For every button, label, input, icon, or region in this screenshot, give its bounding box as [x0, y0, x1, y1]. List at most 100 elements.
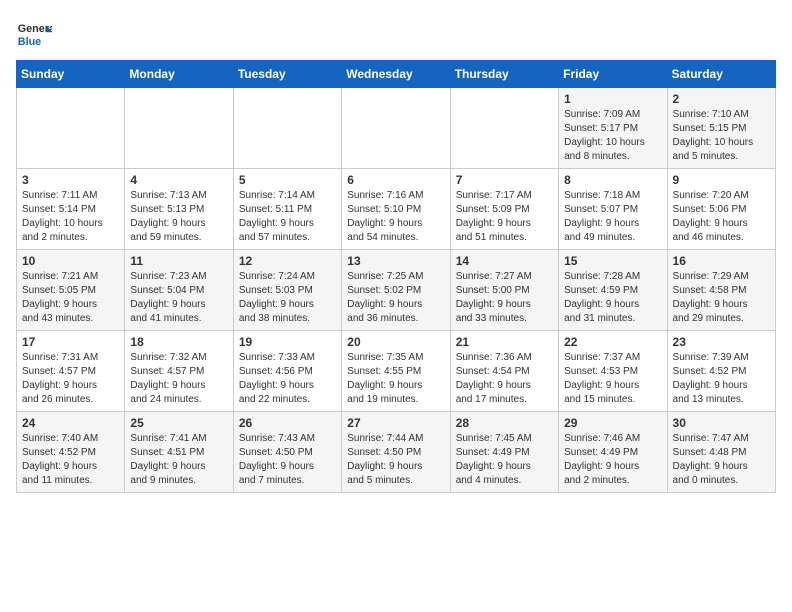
day-info: Sunrise: 7:17 AM Sunset: 5:09 PM Dayligh… [456, 189, 553, 245]
weekday-header-tuesday: Tuesday [233, 61, 341, 88]
calendar-cell: 25 Sunrise: 7:41 AM Sunset: 4:51 PM Dayli… [125, 412, 233, 493]
day-number: 2 [673, 92, 770, 106]
day-info: Sunrise: 7:31 AM Sunset: 4:57 PM Dayligh… [22, 351, 119, 407]
calendar-cell: 23 Sunrise: 7:39 AM Sunset: 4:52 PM Dayli… [667, 331, 775, 412]
calendar-cell [342, 88, 450, 169]
day-number: 5 [239, 173, 336, 187]
day-number: 18 [130, 335, 227, 349]
calendar-cell: 6 Sunrise: 7:16 AM Sunset: 5:10 PM Daylig… [342, 169, 450, 250]
day-info: Sunrise: 7:16 AM Sunset: 5:10 PM Dayligh… [347, 189, 444, 245]
weekday-header-friday: Friday [559, 61, 667, 88]
day-info: Sunrise: 7:23 AM Sunset: 5:04 PM Dayligh… [130, 270, 227, 326]
day-number: 16 [673, 254, 770, 268]
day-info: Sunrise: 7:21 AM Sunset: 5:05 PM Dayligh… [22, 270, 119, 326]
calendar-table: SundayMondayTuesdayWednesdayThursdayFrid… [16, 60, 776, 493]
day-info: Sunrise: 7:44 AM Sunset: 4:50 PM Dayligh… [347, 432, 444, 488]
calendar-cell: 12 Sunrise: 7:24 AM Sunset: 5:03 PM Dayli… [233, 250, 341, 331]
day-number: 19 [239, 335, 336, 349]
day-info: Sunrise: 7:39 AM Sunset: 4:52 PM Dayligh… [673, 351, 770, 407]
calendar-cell: 17Sunrise: 7:31 AM Sunset: 4:57 PM Dayli… [17, 331, 125, 412]
day-number: 29 [564, 416, 661, 430]
calendar-cell: 15 Sunrise: 7:28 AM Sunset: 4:59 PM Dayli… [559, 250, 667, 331]
day-number: 21 [456, 335, 553, 349]
weekday-header-wednesday: Wednesday [342, 61, 450, 88]
day-info: Sunrise: 7:25 AM Sunset: 5:02 PM Dayligh… [347, 270, 444, 326]
day-number: 1 [564, 92, 661, 106]
day-number: 28 [456, 416, 553, 430]
calendar-cell [450, 88, 558, 169]
svg-text:Blue: Blue [18, 36, 41, 48]
day-number: 6 [347, 173, 444, 187]
calendar-cell: 2 Sunrise: 7:10 AM Sunset: 5:15 PM Daylig… [667, 88, 775, 169]
day-info: Sunrise: 7:47 AM Sunset: 4:48 PM Dayligh… [673, 432, 770, 488]
weekday-header-sunday: Sunday [17, 61, 125, 88]
day-info: Sunrise: 7:41 AM Sunset: 4:51 PM Dayligh… [130, 432, 227, 488]
calendar-cell: 10 Sunrise: 7:21 AM Sunset: 5:05 PM Dayli… [17, 250, 125, 331]
day-info: Sunrise: 7:36 AM Sunset: 4:54 PM Dayligh… [456, 351, 553, 407]
calendar-cell: 18 Sunrise: 7:32 AM Sunset: 4:57 PM Dayli… [125, 331, 233, 412]
day-number: 9 [673, 173, 770, 187]
day-number: 7 [456, 173, 553, 187]
day-info: Sunrise: 7:28 AM Sunset: 4:59 PM Dayligh… [564, 270, 661, 326]
day-info: Sunrise: 7:45 AM Sunset: 4:49 PM Dayligh… [456, 432, 553, 488]
day-info: Sunrise: 7:43 AM Sunset: 4:50 PM Dayligh… [239, 432, 336, 488]
calendar-cell: 29 Sunrise: 7:46 AM Sunset: 4:49 PM Dayli… [559, 412, 667, 493]
calendar-cell [17, 88, 125, 169]
day-info: Sunrise: 7:20 AM Sunset: 5:06 PM Dayligh… [673, 189, 770, 245]
day-info: Sunrise: 7:29 AM Sunset: 4:58 PM Dayligh… [673, 270, 770, 326]
calendar-cell: 1 Sunrise: 7:09 AM Sunset: 5:17 PM Daylig… [559, 88, 667, 169]
weekday-header-monday: Monday [125, 61, 233, 88]
day-number: 10 [22, 254, 119, 268]
calendar-cell: 27Sunrise: 7:44 AM Sunset: 4:50 PM Dayli… [342, 412, 450, 493]
day-number: 24 [22, 416, 119, 430]
day-info: Sunrise: 7:09 AM Sunset: 5:17 PM Dayligh… [564, 108, 661, 164]
day-number: 4 [130, 173, 227, 187]
calendar-cell: 7 Sunrise: 7:17 AM Sunset: 5:09 PM Daylig… [450, 169, 558, 250]
weekday-header-row: SundayMondayTuesdayWednesdayThursdayFrid… [17, 61, 776, 88]
calendar-cell: 19 Sunrise: 7:33 AM Sunset: 4:56 PM Dayli… [233, 331, 341, 412]
calendar-cell: 4 Sunrise: 7:13 AM Sunset: 5:13 PM Daylig… [125, 169, 233, 250]
calendar-cell: 22 Sunrise: 7:37 AM Sunset: 4:53 PM Dayli… [559, 331, 667, 412]
week-row-4: 24 Sunrise: 7:40 AM Sunset: 4:52 PM Dayli… [17, 412, 776, 493]
day-info: Sunrise: 7:40 AM Sunset: 4:52 PM Dayligh… [22, 432, 119, 488]
day-info: Sunrise: 7:11 AM Sunset: 5:14 PM Dayligh… [22, 189, 119, 245]
day-info: Sunrise: 7:32 AM Sunset: 4:57 PM Dayligh… [130, 351, 227, 407]
day-info: Sunrise: 7:13 AM Sunset: 5:13 PM Dayligh… [130, 189, 227, 245]
calendar-cell: 5Sunrise: 7:14 AM Sunset: 5:11 PM Daylig… [233, 169, 341, 250]
calendar-cell: 26Sunrise: 7:43 AM Sunset: 4:50 PM Dayli… [233, 412, 341, 493]
week-row-2: 10 Sunrise: 7:21 AM Sunset: 5:05 PM Dayli… [17, 250, 776, 331]
day-number: 8 [564, 173, 661, 187]
calendar-cell: 21 Sunrise: 7:36 AM Sunset: 4:54 PM Dayli… [450, 331, 558, 412]
calendar-cell: 16 Sunrise: 7:29 AM Sunset: 4:58 PM Dayli… [667, 250, 775, 331]
day-info: Sunrise: 7:37 AM Sunset: 4:53 PM Dayligh… [564, 351, 661, 407]
weekday-header-saturday: Saturday [667, 61, 775, 88]
calendar-cell: 13 Sunrise: 7:25 AM Sunset: 5:02 PM Dayli… [342, 250, 450, 331]
day-info: Sunrise: 7:24 AM Sunset: 5:03 PM Dayligh… [239, 270, 336, 326]
calendar-cell: 28 Sunrise: 7:45 AM Sunset: 4:49 PM Dayli… [450, 412, 558, 493]
day-number: 11 [130, 254, 227, 268]
weekday-header-thursday: Thursday [450, 61, 558, 88]
day-number: 30 [673, 416, 770, 430]
day-number: 15 [564, 254, 661, 268]
day-number: 13 [347, 254, 444, 268]
logo: GeneralBlue [16, 16, 52, 52]
calendar-cell: 8 Sunrise: 7:18 AM Sunset: 5:07 PM Daylig… [559, 169, 667, 250]
day-number: 22 [564, 335, 661, 349]
day-number: 3 [22, 173, 119, 187]
day-info: Sunrise: 7:18 AM Sunset: 5:07 PM Dayligh… [564, 189, 661, 245]
calendar-cell: 9 Sunrise: 7:20 AM Sunset: 5:06 PM Daylig… [667, 169, 775, 250]
day-number: 25 [130, 416, 227, 430]
day-info: Sunrise: 7:10 AM Sunset: 5:15 PM Dayligh… [673, 108, 770, 164]
calendar-cell [125, 88, 233, 169]
day-number: 23 [673, 335, 770, 349]
calendar-cell: 3 Sunrise: 7:11 AM Sunset: 5:14 PM Daylig… [17, 169, 125, 250]
day-number: 12 [239, 254, 336, 268]
day-info: Sunrise: 7:27 AM Sunset: 5:00 PM Dayligh… [456, 270, 553, 326]
day-number: 14 [456, 254, 553, 268]
day-info: Sunrise: 7:33 AM Sunset: 4:56 PM Dayligh… [239, 351, 336, 407]
calendar-cell [233, 88, 341, 169]
page-header: GeneralBlue [16, 16, 776, 52]
calendar-cell: 14 Sunrise: 7:27 AM Sunset: 5:00 PM Dayli… [450, 250, 558, 331]
day-info: Sunrise: 7:46 AM Sunset: 4:49 PM Dayligh… [564, 432, 661, 488]
calendar-cell: 30 Sunrise: 7:47 AM Sunset: 4:48 PM Dayli… [667, 412, 775, 493]
